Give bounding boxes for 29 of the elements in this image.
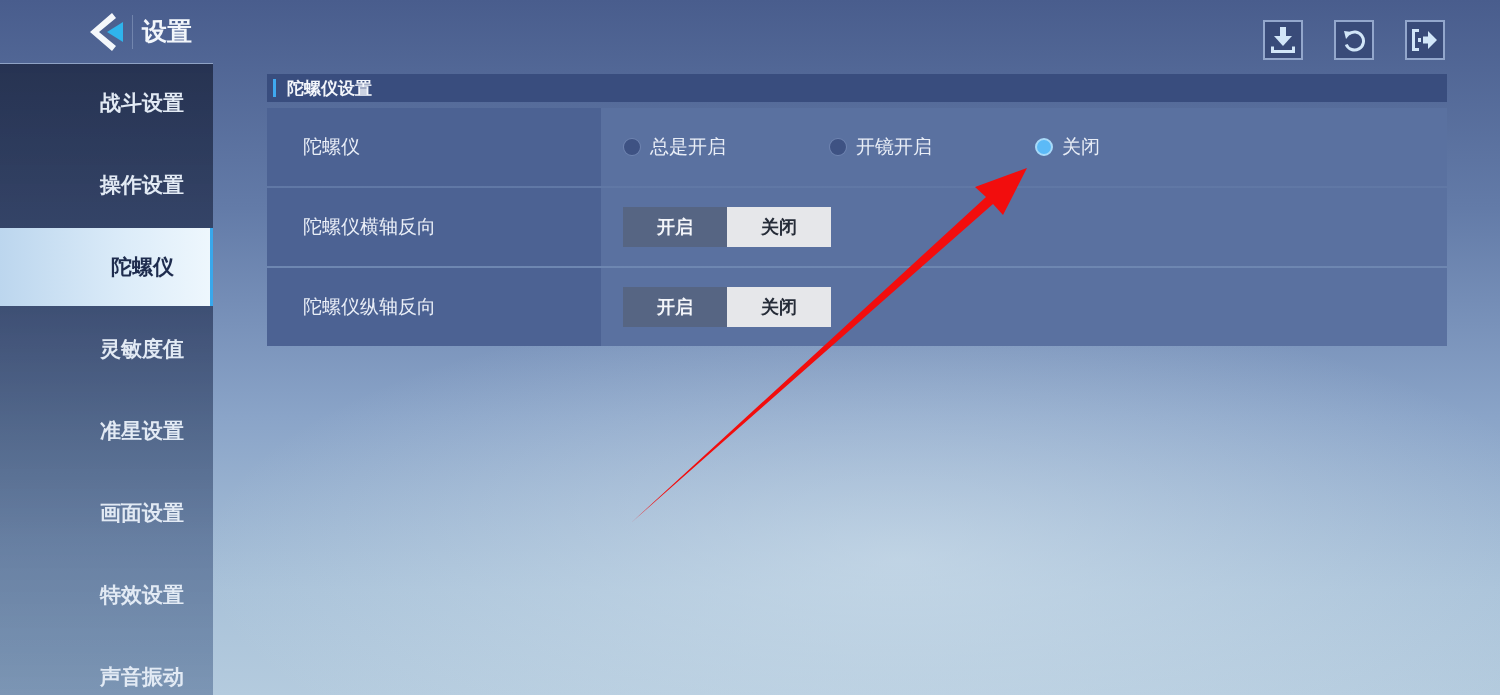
sidebar-item[interactable]: 灵敏度值	[0, 310, 213, 388]
download-button[interactable]	[1263, 20, 1303, 60]
exit-button[interactable]	[1405, 20, 1445, 60]
sidebar-item[interactable]: 特效设置	[0, 556, 213, 634]
page-title: 设置	[142, 19, 192, 44]
sidebar-item[interactable]: 陀螺仪	[0, 228, 213, 306]
radio-option[interactable]: 开镜开启	[829, 134, 1035, 160]
radio-icon[interactable]	[623, 138, 641, 156]
radio-option[interactable]: 总是开启	[623, 134, 829, 160]
back-icon[interactable]	[90, 12, 125, 51]
reset-button[interactable]	[1334, 20, 1374, 60]
toggle-option[interactable]: 开启	[623, 287, 727, 327]
setting-label: 陀螺仪	[267, 108, 601, 186]
toggle-option[interactable]: 开启	[623, 207, 727, 247]
sidebar-item[interactable]: 画面设置	[0, 474, 213, 552]
toggle-option[interactable]: 关闭	[727, 287, 831, 327]
sidebar-item[interactable]: 准星设置	[0, 392, 213, 470]
sidebar-item[interactable]: 操作设置	[0, 146, 213, 224]
toggle-option[interactable]: 关闭	[727, 207, 831, 247]
radio-icon[interactable]	[1035, 138, 1053, 156]
exit-icon[interactable]	[1412, 29, 1438, 51]
refresh-icon[interactable]	[1342, 28, 1366, 52]
download-icon[interactable]	[1271, 27, 1295, 53]
setting-label: 陀螺仪纵轴反向	[267, 268, 601, 346]
radio-option[interactable]: 关闭	[1035, 134, 1241, 160]
setting-label: 陀螺仪横轴反向	[267, 188, 601, 266]
radio-icon[interactable]	[829, 138, 847, 156]
section-title: 陀螺仪设置	[267, 74, 1447, 102]
sidebar-item[interactable]: 战斗设置	[0, 64, 213, 142]
